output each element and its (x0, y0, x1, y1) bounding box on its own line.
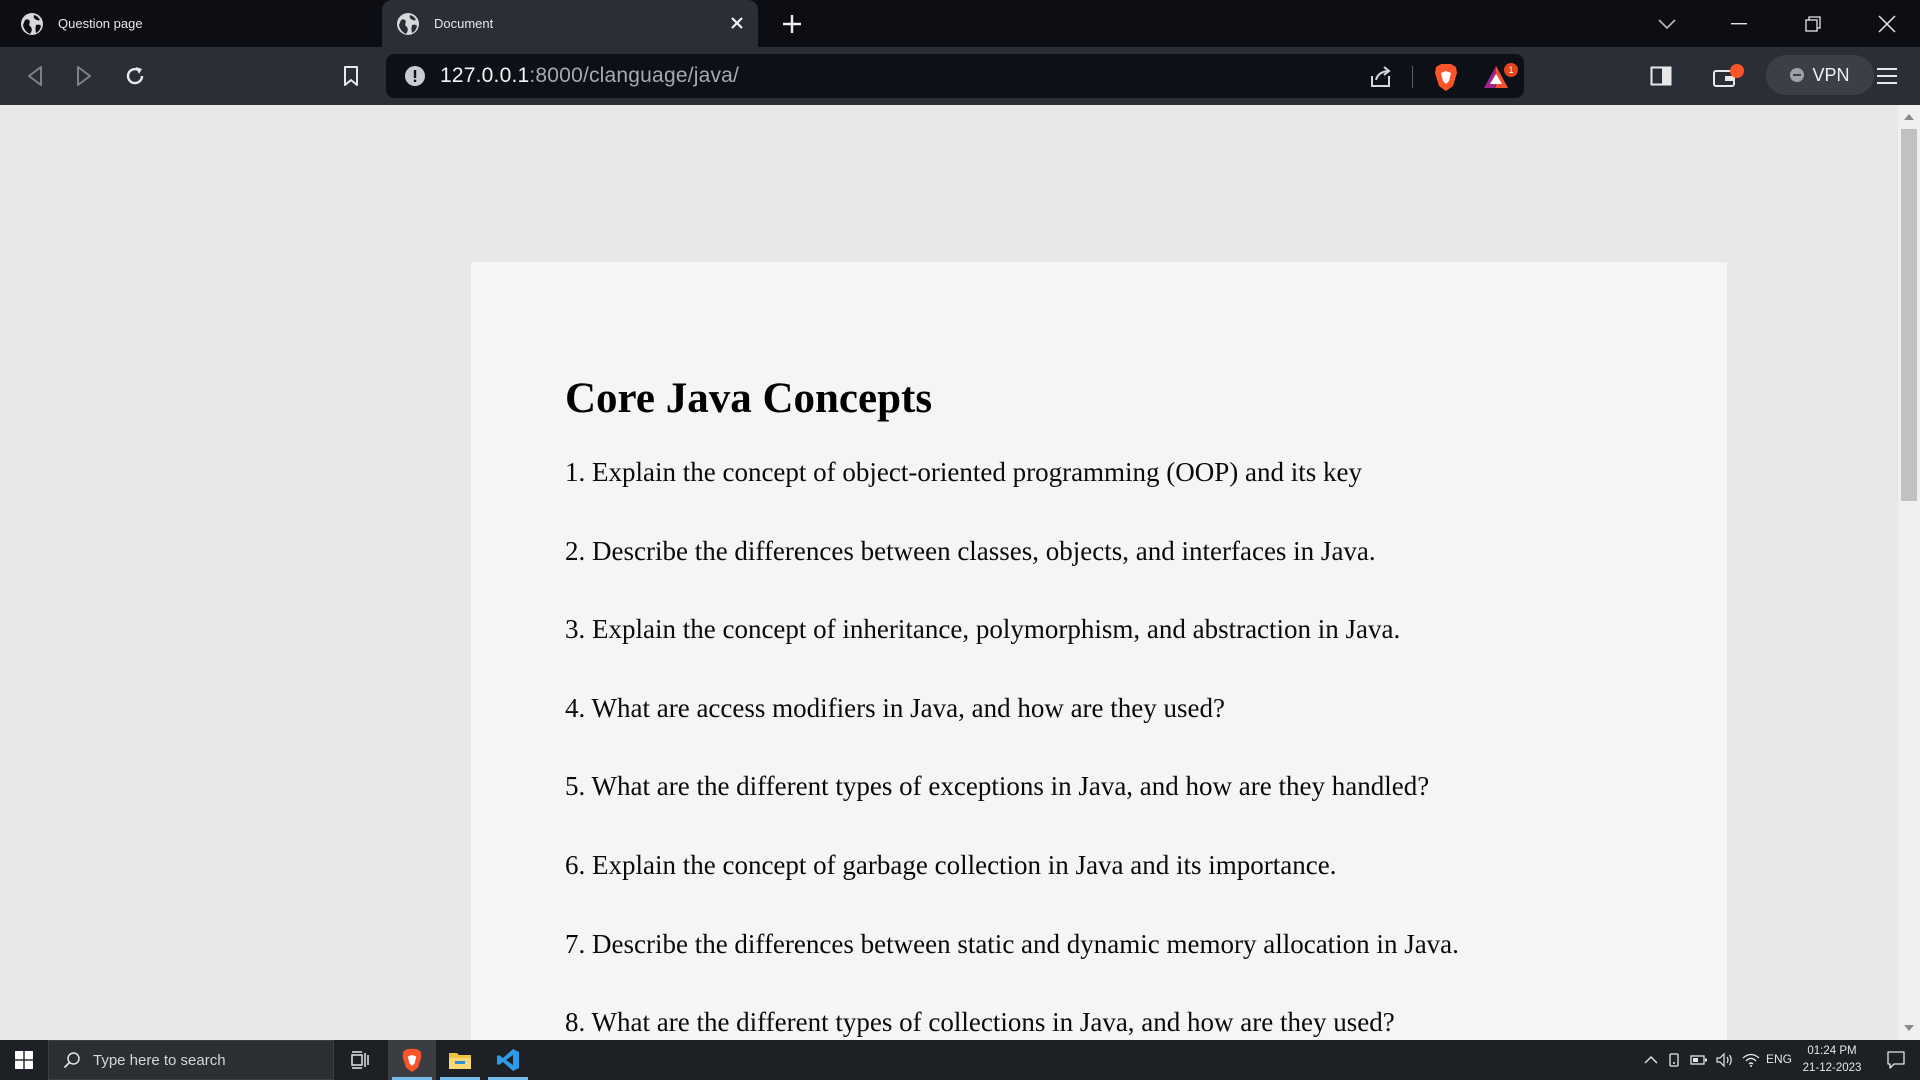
question-item: 1. Explain the concept of object-oriente… (565, 457, 1363, 487)
notification-icon (1887, 1051, 1905, 1069)
question-item: 4. What are access modifiers in Java, an… (565, 692, 1225, 723)
back-button[interactable] (20, 61, 50, 91)
search-icon (63, 1052, 80, 1069)
vpn-status-icon (1790, 68, 1805, 82)
taskbar-brave-app[interactable] (388, 1040, 436, 1080)
close-window-button[interactable] (1858, 0, 1916, 47)
globe-icon (396, 12, 420, 36)
share-icon[interactable] (1368, 64, 1394, 90)
url-host: 127.0.0.1 (440, 64, 530, 87)
tab-strip: Question page Document (0, 0, 1920, 47)
vertical-scrollbar[interactable] (1898, 105, 1920, 1040)
question-item: 5. What are the different types of excep… (565, 771, 1430, 802)
question-item: 8. What are the different types of colle… (565, 1007, 1395, 1038)
new-tab-button[interactable] (778, 10, 806, 38)
bookmark-icon[interactable] (336, 61, 366, 91)
restore-button[interactable] (1784, 0, 1842, 47)
sidebar-toggle-icon[interactable] (1646, 61, 1676, 91)
windows-logo-icon (15, 1051, 33, 1069)
taskbar-clock[interactable]: 01:24 PM 21-12-2023 (1796, 1043, 1868, 1077)
globe-icon (20, 12, 44, 36)
question-item: 3. Explain the concept of inheritance, p… (565, 614, 1401, 645)
question-item: 2. Describe the differences between clas… (565, 535, 1376, 566)
scroll-up-arrow-icon[interactable] (1904, 114, 1914, 120)
address-bar[interactable]: 127.0.0.1:8000/clanguage/java/ 1 (386, 54, 1524, 98)
notification-center-button[interactable] (1872, 1040, 1920, 1080)
menu-icon[interactable] (1872, 61, 1902, 91)
taskbar-vscode-app[interactable] (484, 1040, 532, 1080)
browser-toolbar: 127.0.0.1:8000/clanguage/java/ 1 VPN (0, 47, 1920, 105)
vpn-label: VPN (1812, 64, 1850, 85)
question-item: 6. Explain the concept of garbage collec… (565, 849, 1337, 880)
windows-taskbar: Type here to search ENG 01:24 PM 21-12-2… (0, 1040, 1920, 1080)
brave-shields-icon[interactable] (1432, 62, 1460, 92)
rewards-badge: 1 (1508, 65, 1513, 75)
show-hidden-icons-button[interactable] (1644, 1040, 1658, 1080)
url-text[interactable]: 127.0.0.1:8000/clanguage/java/ (440, 64, 739, 88)
tab-title: Document (434, 16, 494, 31)
start-button[interactable] (0, 1040, 48, 1080)
chevron-up-icon (1644, 1056, 1658, 1064)
brave-browser-icon (402, 1048, 422, 1072)
question-item: 7. Describe the differences between stat… (565, 928, 1459, 959)
close-tab-icon[interactable] (726, 12, 748, 34)
question-list: 1. Explain the concept of object-oriente… (565, 456, 1459, 1040)
vpn-button[interactable]: VPN (1766, 55, 1874, 95)
site-info-icon[interactable] (404, 65, 426, 87)
page-viewport: Core Java Concepts 1. Explain the concep… (0, 105, 1898, 1040)
clock-time: 01:24 PM (1807, 1045, 1857, 1057)
scrollbar-thumb[interactable] (1901, 129, 1917, 501)
tab-search-chevron-icon[interactable] (1638, 0, 1696, 47)
content-card: Core Java Concepts 1. Explain the concep… (471, 262, 1727, 1040)
minimize-button[interactable] (1710, 0, 1768, 47)
folder-icon (449, 1053, 471, 1069)
wallet-icon[interactable] (1708, 61, 1748, 91)
battery-icon[interactable] (1690, 1040, 1708, 1080)
tab-document[interactable]: Document (382, 0, 758, 47)
brave-rewards-icon[interactable]: 1 (1482, 62, 1522, 92)
divider (1412, 66, 1413, 88)
wifi-icon[interactable] (1742, 1040, 1760, 1080)
scroll-down-arrow-icon[interactable] (1904, 1025, 1914, 1031)
tray-device-icon[interactable] (1666, 1040, 1682, 1080)
url-path: :8000/clanguage/java/ (529, 64, 740, 87)
search-placeholder: Type here to search (93, 1051, 226, 1069)
input-language[interactable]: ENG (1766, 1052, 1792, 1066)
forward-button[interactable] (69, 61, 99, 91)
task-view-icon (351, 1051, 369, 1069)
taskbar-file-explorer-app[interactable] (436, 1040, 484, 1080)
tab-title: Question page (58, 16, 143, 31)
page-title: Core Java Concepts (565, 375, 933, 422)
clock-date: 21-12-2023 (1802, 1062, 1862, 1074)
volume-icon[interactable] (1716, 1040, 1734, 1080)
tab-question-page[interactable]: Question page (0, 0, 382, 47)
task-view-button[interactable] (336, 1040, 384, 1080)
reload-button[interactable] (120, 61, 150, 91)
taskbar-search-input[interactable]: Type here to search (48, 1040, 334, 1080)
vscode-icon (497, 1049, 519, 1071)
